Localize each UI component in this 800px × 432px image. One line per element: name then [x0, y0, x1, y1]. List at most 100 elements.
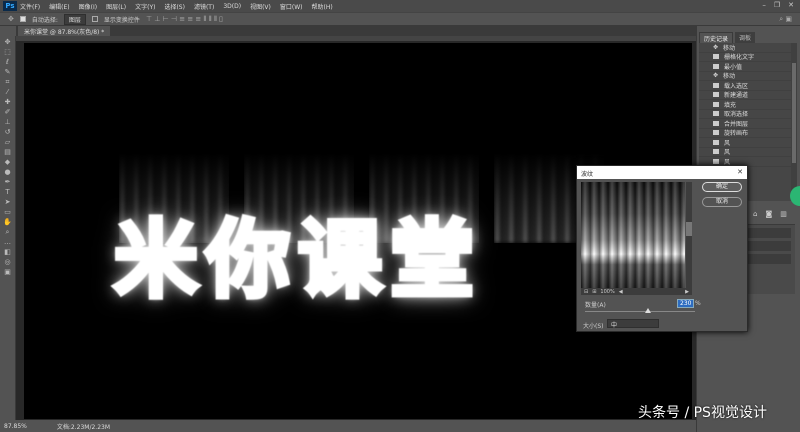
history-item[interactable]: 旋转画布 — [699, 129, 791, 138]
zoom-in-icon[interactable]: ⊞ — [592, 289, 596, 295]
menu-help[interactable]: 帮助(H) — [312, 2, 333, 11]
filter-preview[interactable] — [581, 182, 685, 288]
history-item[interactable]: ✥ 移动 — [699, 43, 791, 53]
align-icons[interactable]: ⊤ ⊥ ⊢ ⊣ ≡ ≡ ≡ ⫴ ⫴ ⫴ ▯ — [146, 15, 223, 24]
ok-button[interactable]: 确定 — [702, 182, 742, 192]
history-item[interactable]: 填充 — [699, 100, 791, 110]
size-label: 大小(S) — [583, 323, 604, 330]
glowing-text-artwork: 米你课堂 — [111, 209, 483, 312]
step-icon — [713, 149, 719, 155]
marquee-tool-icon[interactable]: ⬚ — [4, 48, 11, 56]
quick-mask-icon[interactable]: ◎ — [4, 258, 10, 266]
history-item[interactable]: ✥ 移动 — [699, 72, 791, 81]
history-item-label: 新建通道 — [724, 92, 749, 100]
screen-mode-icon[interactable]: ▣ — [4, 268, 11, 276]
menu-layer[interactable]: 图层(L) — [106, 2, 126, 11]
snapshot-icon[interactable]: ◙ — [765, 210, 772, 218]
crop-tool-icon[interactable]: ⌗ — [6, 78, 10, 86]
menu-window[interactable]: 窗口(W) — [280, 2, 303, 11]
history-item[interactable]: 取消选择 — [699, 110, 791, 119]
history-item-label: 旋转画布 — [724, 130, 749, 138]
trash-icon[interactable]: ▥ — [780, 210, 787, 218]
history-item[interactable]: 风 — [699, 138, 791, 148]
history-item-label: 移动 — [723, 44, 736, 52]
menu-view[interactable]: 视图(V) — [250, 2, 271, 11]
history-item-label: 取消选择 — [724, 111, 749, 119]
pen-tool-icon[interactable]: ✒ — [5, 178, 11, 186]
history-item-label: 移动 — [723, 73, 736, 81]
amount-slider[interactable] — [585, 311, 695, 312]
layer-select-dropdown[interactable]: 图层 — [63, 13, 86, 25]
color-swatches-icon[interactable]: ◧ — [4, 248, 11, 256]
zoom-level[interactable]: 87.85% — [4, 423, 27, 430]
hand-tool-icon[interactable]: ✋ — [3, 218, 12, 226]
preview-scrollbar[interactable] — [686, 182, 692, 288]
ripple-dialog: 波纹 ✕ ⊟ ⊞ 100% ◀ ▶ 确定 取消 数量(A) 230 % 大小(S… — [576, 165, 748, 332]
move-tool-icon[interactable]: ✥ — [5, 38, 11, 46]
cancel-button[interactable]: 取消 — [702, 197, 742, 207]
lasso-tool-icon[interactable]: ℓ — [6, 58, 9, 66]
menu-edit[interactable]: 编辑(E) — [49, 2, 69, 11]
quick-select-icon[interactable]: ✎ — [5, 68, 11, 76]
preview-zoom-bar: ⊟ ⊞ 100% ◀ ▶ — [581, 288, 692, 295]
path-select-icon[interactable]: ➤ — [5, 198, 11, 206]
move-tool-icon[interactable]: ✥ — [8, 15, 14, 23]
history-item-label: 填充 — [724, 101, 737, 109]
show-transform-checkbox[interactable] — [91, 16, 98, 22]
eraser-tool-icon[interactable]: ▱ — [5, 138, 10, 146]
history-item-label: 载入选区 — [724, 82, 749, 90]
healing-brush-icon[interactable]: ✚ — [5, 98, 11, 106]
history-item[interactable]: 风 — [699, 148, 791, 157]
history-item-label: 最小值 — [724, 63, 743, 71]
stamp-tool-icon[interactable]: ⊥ — [4, 118, 10, 126]
document-tab-bar — [16, 26, 696, 36]
history-brush-icon[interactable]: ↺ — [5, 128, 11, 136]
zoom-out-icon[interactable]: ⊟ — [584, 289, 588, 295]
history-item[interactable]: 最小值 — [699, 62, 791, 72]
menu-image[interactable]: 图像(I) — [79, 2, 97, 11]
step-icon — [713, 139, 719, 145]
history-item-label: 风 — [724, 139, 731, 147]
history-item[interactable]: 栅格化文字 — [699, 53, 791, 62]
close-icon[interactable]: ✕ — [737, 168, 743, 176]
window-controls: – ❐ ✕ — [762, 1, 794, 9]
brush-tool-icon[interactable]: ✐ — [5, 108, 11, 116]
minimize-icon[interactable]: – — [762, 1, 766, 9]
auto-select-checkbox[interactable] — [19, 16, 26, 22]
blur-tool-icon[interactable]: ◆ — [5, 158, 10, 166]
gradient-tool-icon[interactable]: ▤ — [4, 148, 11, 156]
scroll-right-icon[interactable]: ▶ — [685, 289, 689, 295]
tools-panel: ✥ ⬚ ℓ ✎ ⌗ ⁄ ✚ ✐ ⊥ ↺ ▱ ▤ ◆ ● ✒ T ➤ ▭ ✋ ⌕ … — [0, 36, 16, 420]
amount-input[interactable]: 230 — [677, 299, 695, 308]
menu-3d[interactable]: 3D(D) — [223, 3, 241, 10]
amount-slider-handle[interactable] — [645, 308, 651, 313]
history-item-label: 风 — [724, 149, 731, 157]
size-dropdown[interactable]: 中 — [607, 319, 659, 329]
search-icon[interactable]: ⌕ ▣ — [779, 15, 792, 24]
history-item[interactable]: 合并图层 — [699, 119, 791, 129]
dodge-tool-icon[interactable]: ● — [4, 168, 10, 176]
menu-select[interactable]: 选择(S) — [164, 2, 185, 11]
history-item[interactable]: 载入选区 — [699, 81, 791, 91]
watermark: 头条号 / PS视觉设计 — [638, 405, 767, 421]
history-scrollbar[interactable] — [791, 43, 797, 201]
type-tool-icon[interactable]: T — [5, 188, 9, 196]
menu-filter[interactable]: 滤镜(T) — [194, 2, 214, 11]
zoom-tool-icon[interactable]: ⌕ — [6, 228, 10, 236]
step-icon — [713, 111, 719, 117]
history-item-label: 栅格化文字 — [724, 54, 755, 62]
restore-icon[interactable]: ❐ — [774, 1, 780, 9]
shape-tool-icon[interactable]: ▭ — [4, 208, 11, 216]
menu-file[interactable]: 文件(F) — [20, 2, 40, 11]
options-bar: ✥ 自动选择: 图层 显示变换控件 ⊤ ⊥ ⊢ ⊣ ≡ ≡ ≡ ⫴ ⫴ ⫴ ▯ … — [0, 12, 800, 26]
more-tools-icon[interactable]: … — [4, 238, 11, 246]
eyedropper-icon[interactable]: ⁄ — [7, 88, 8, 96]
new-document-icon[interactable]: ⌂ — [753, 210, 757, 218]
menu-type[interactable]: 文字(Y) — [135, 2, 155, 11]
document-tab[interactable]: 米你课堂 @ 87.8%(灰色/8) * — [18, 26, 111, 36]
history-item[interactable]: 新建通道 — [699, 91, 791, 100]
step-icon — [713, 120, 719, 126]
menu-bar: Ps 文件(F) 编辑(E) 图像(I) 图层(L) 文字(Y) 选择(S) 滤… — [0, 0, 800, 12]
scroll-left-icon[interactable]: ◀ — [619, 289, 623, 295]
close-icon[interactable]: ✕ — [788, 1, 794, 9]
